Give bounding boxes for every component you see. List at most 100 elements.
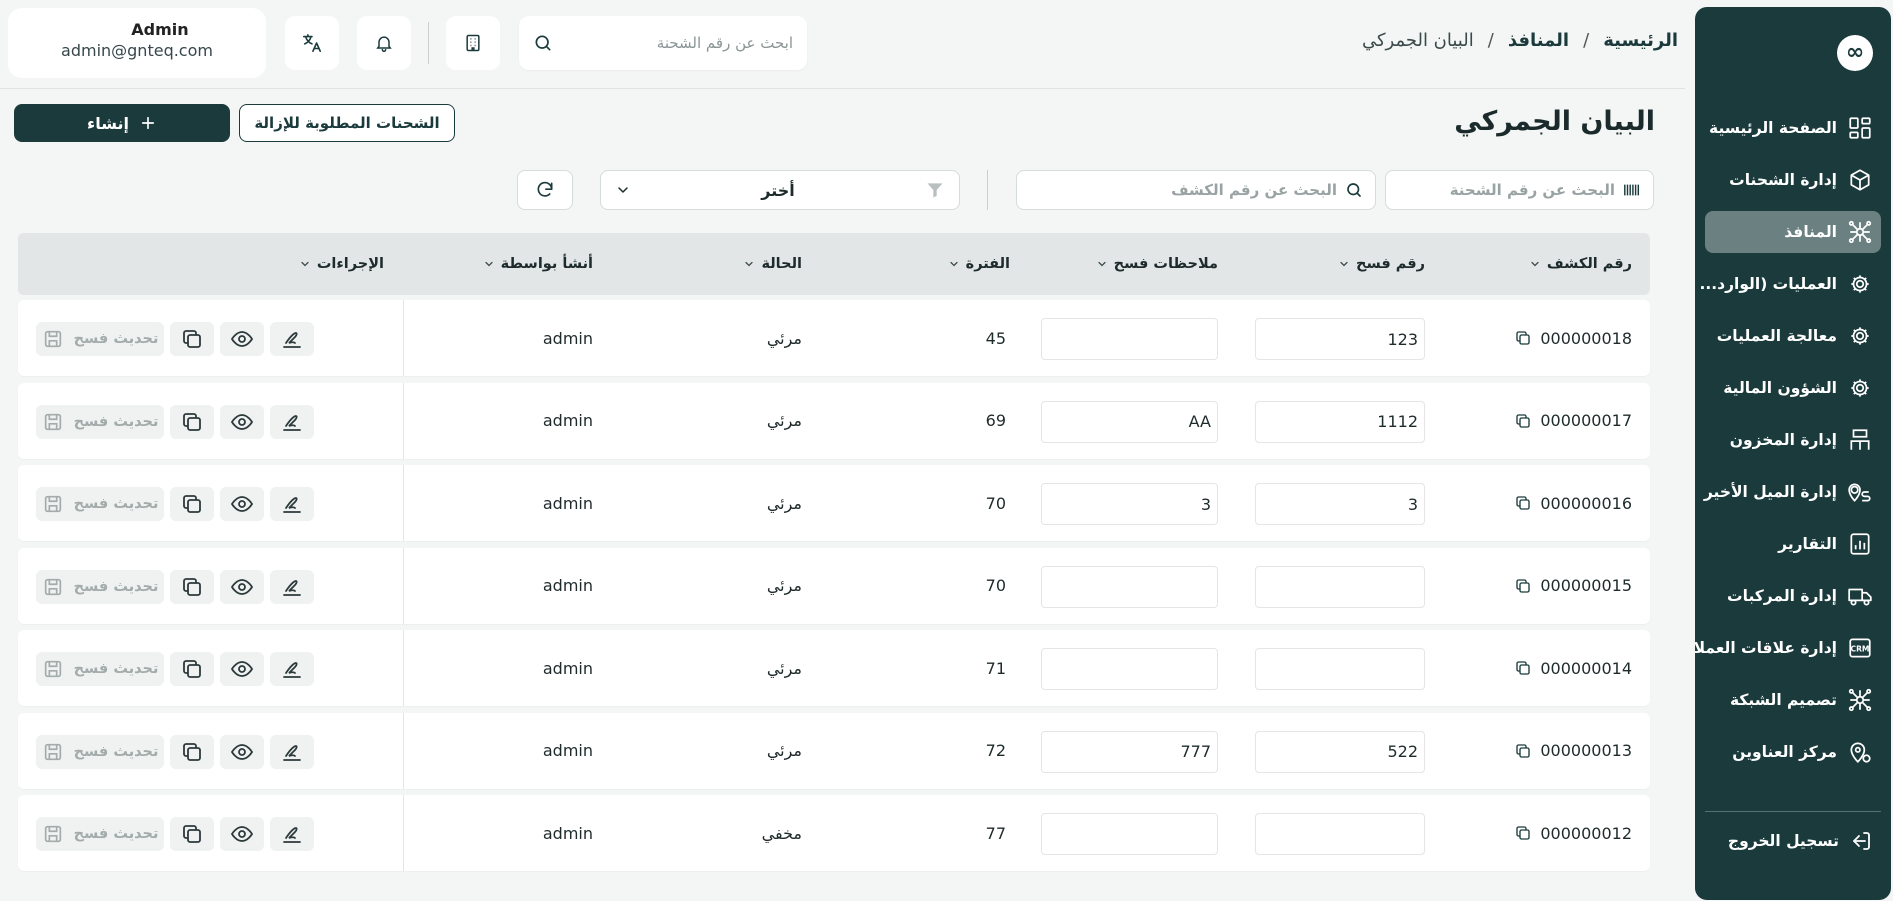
sidebar-item[interactable]: إدارة الشحنات (1705, 159, 1881, 201)
view-button[interactable] (220, 404, 264, 439)
table-row[interactable]: 000000017 1112 AA 69 مرئي admin تحديث فس… (18, 382, 1650, 459)
view-button[interactable] (220, 569, 264, 604)
table-row[interactable]: 000000016 3 3 70 مرئي admin تحديث فسح (18, 465, 1650, 541)
fasah-number-input[interactable] (1255, 565, 1425, 608)
fasah-notes-input[interactable]: AA (1041, 400, 1218, 443)
copy-button[interactable] (170, 404, 214, 439)
fasah-notes-input[interactable] (1041, 648, 1218, 690)
fasah-number-input[interactable]: 1112 (1255, 400, 1425, 443)
sign-button[interactable] (270, 487, 314, 521)
fasah-number-input[interactable]: 123 (1255, 318, 1425, 360)
view-button[interactable] (220, 322, 264, 356)
column-header-status[interactable]: الحالة (743, 233, 802, 295)
view-button[interactable] (220, 652, 264, 686)
copy-icon[interactable] (1514, 329, 1532, 347)
signature-icon (280, 575, 304, 599)
sidebar-item[interactable]: إدارة المخزون (1705, 419, 1881, 461)
fasah-number-input[interactable]: 522 (1255, 730, 1425, 773)
copy-icon[interactable] (1514, 824, 1532, 842)
fasah-notes-input[interactable] (1041, 318, 1218, 360)
sidebar-item[interactable]: مركز العناوين (1705, 731, 1881, 773)
sidebar-item[interactable]: إدارة الميل الأخير (1704, 471, 1881, 513)
table-row[interactable]: 000000013 522 777 72 مرئي admin تحديث فس… (18, 712, 1650, 789)
manifest-filter-input[interactable] (1029, 181, 1337, 199)
sidebar-item[interactable]: تصميم الشبكة (1705, 679, 1881, 721)
copy-icon[interactable] (1514, 659, 1532, 677)
column-header-period[interactable]: الفترة (948, 233, 1010, 295)
breadcrumb-section[interactable]: المنافذ (1508, 30, 1569, 51)
copy-icon[interactable] (1514, 742, 1532, 760)
column-header-created-by[interactable]: أنشأ بواسطة (483, 233, 593, 295)
copy-button[interactable] (170, 817, 214, 851)
shipment-filter-input[interactable] (1398, 181, 1615, 199)
sign-button[interactable] (270, 404, 314, 439)
update-fasah-button[interactable]: تحديث فسح (36, 404, 164, 439)
sidebar-item[interactable]: العمليات (الوارد... (1699, 263, 1881, 305)
breadcrumb-separator: / (1583, 30, 1590, 51)
view-button[interactable] (220, 487, 264, 521)
fasah-notes-input[interactable]: 3 (1041, 483, 1218, 525)
notifications-button[interactable] (357, 16, 411, 70)
view-button[interactable] (220, 817, 264, 851)
column-header-fasah-no[interactable]: رقم فسح (1338, 233, 1425, 295)
filter-select[interactable]: أختر (600, 170, 960, 210)
manifest-filter[interactable] (1016, 170, 1376, 210)
logout-button[interactable]: تسجيل الخروج (1728, 829, 1873, 853)
fasah-number-input[interactable] (1255, 813, 1425, 855)
sidebar-item[interactable]: المنافذ (1705, 211, 1881, 253)
update-fasah-button[interactable]: تحديث فسح (36, 652, 164, 686)
fasah-number-input[interactable]: 3 (1255, 483, 1425, 525)
sidebar-item[interactable]: الصفحة الرئيسية (1705, 107, 1881, 149)
sign-button[interactable] (270, 652, 314, 686)
copy-button[interactable] (170, 652, 214, 686)
update-fasah-button[interactable]: تحديث فسح (36, 322, 164, 356)
copy-button[interactable] (170, 734, 214, 769)
sign-button[interactable] (270, 734, 314, 769)
language-button[interactable] (285, 16, 339, 70)
sidebar-item[interactable]: CRM إدارة علاقات العملاء (1695, 627, 1881, 669)
table-row[interactable]: 000000012 77 مخفي admin تحديث فسح (18, 795, 1650, 871)
building-button[interactable] (446, 16, 500, 70)
copy-button[interactable] (170, 322, 214, 356)
sidebar-item[interactable]: معالجة العمليات (1705, 315, 1881, 357)
update-fasah-button[interactable]: تحديث فسح (36, 817, 164, 851)
column-header-manifest-no[interactable]: رقم الكشف (1529, 233, 1632, 295)
copy-button[interactable] (170, 487, 214, 521)
fasah-number-input[interactable] (1255, 648, 1425, 690)
update-fasah-button[interactable]: تحديث فسح (36, 569, 164, 604)
sign-button[interactable] (270, 569, 314, 604)
copy-icon[interactable] (1514, 577, 1532, 595)
update-fasah-button[interactable]: تحديث فسح (36, 734, 164, 769)
create-button[interactable]: إنشاء (14, 104, 230, 142)
table-row[interactable]: 000000014 71 مرئي admin تحديث فسح (18, 630, 1650, 706)
update-fasah-button[interactable]: تحديث فسح (36, 487, 164, 521)
column-header-actions[interactable]: الإجراءات (299, 233, 384, 295)
sign-button[interactable] (270, 322, 314, 356)
bell-icon (376, 36, 392, 53)
copy-button[interactable] (170, 569, 214, 604)
sidebar-item[interactable]: إدارة المركبات (1705, 575, 1881, 617)
sidebar-item[interactable]: الشؤون المالية (1705, 367, 1881, 409)
fasah-notes-input[interactable] (1041, 813, 1218, 855)
column-header-fasah-notes[interactable]: ملاحظات فسح (1096, 233, 1218, 295)
copy-icon (180, 575, 204, 599)
fasah-notes-input[interactable] (1041, 565, 1218, 608)
global-search[interactable] (519, 16, 807, 70)
breadcrumb-home[interactable]: الرئيسية (1603, 30, 1678, 51)
global-search-input[interactable] (563, 34, 793, 52)
sign-button[interactable] (270, 817, 314, 851)
removal-shipments-button[interactable]: الشحنات المطلوبة للإزالة (239, 104, 455, 142)
copy-icon[interactable] (1514, 412, 1532, 430)
search-icon (1347, 183, 1361, 197)
shipment-filter[interactable] (1385, 170, 1654, 210)
table-row[interactable]: 000000018 123 45 مرئي admin تحديث فسح (18, 300, 1650, 376)
fasah-notes-input[interactable]: 777 (1041, 730, 1218, 773)
user-card[interactable]: Admin admin@gnteq.com (8, 8, 266, 78)
copy-icon[interactable] (1514, 494, 1532, 512)
view-button[interactable] (220, 734, 264, 769)
sidebar-item[interactable]: التقارير (1705, 523, 1881, 565)
table-row[interactable]: 000000015 70 مرئي admin تحديث فسح (18, 547, 1650, 624)
refresh-button[interactable] (517, 170, 573, 210)
app-logo[interactable]: ∞ (1837, 35, 1873, 71)
created-by-value: admin (542, 658, 593, 678)
